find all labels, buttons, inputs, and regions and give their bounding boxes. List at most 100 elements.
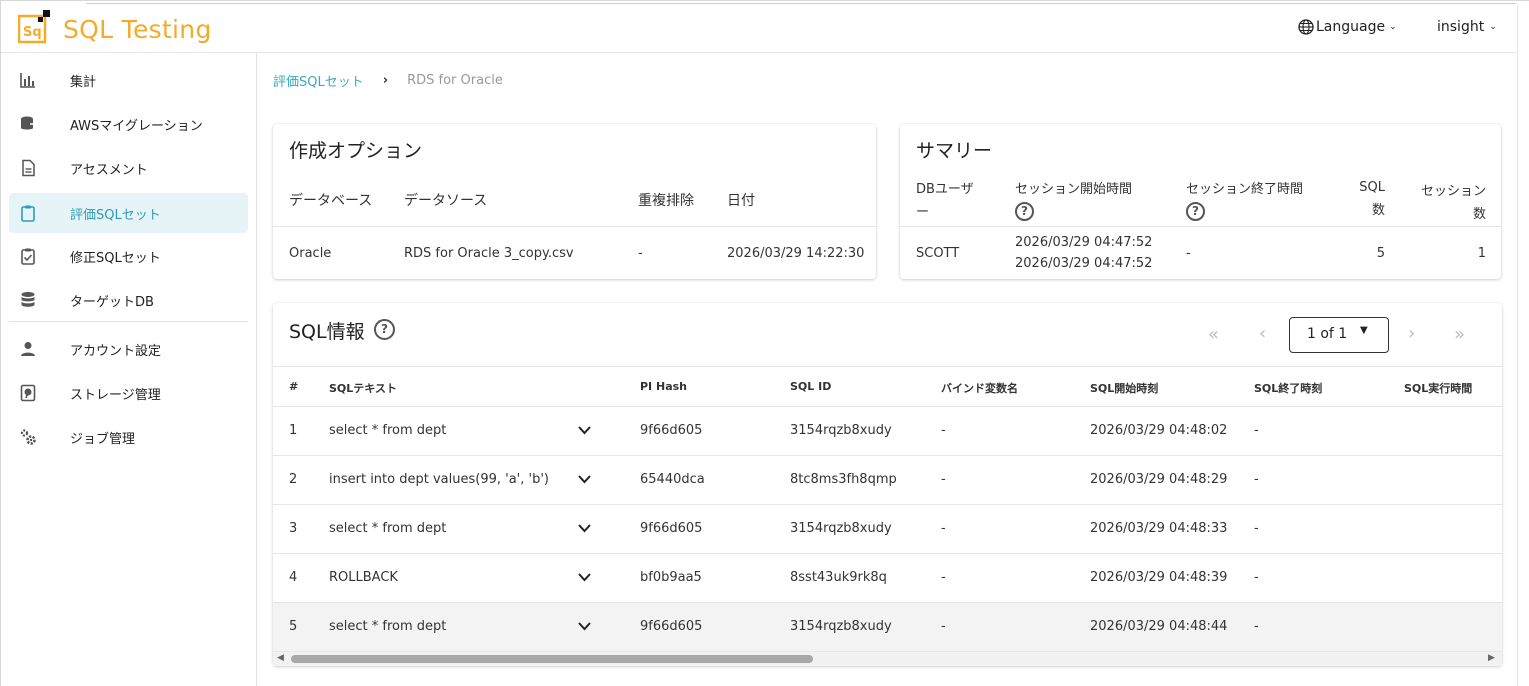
language-menu[interactable]: Language ⌄ (1298, 19, 1397, 35)
sidebar-item-storage[interactable]: ストレージ管理 (9, 373, 248, 413)
chevron-down-icon: ⌄ (1489, 22, 1497, 32)
table-row[interactable]: 2 insert into dept values(99, 'a', 'b') … (273, 456, 1502, 505)
summary-header-session-line1: セッション (1420, 184, 1486, 199)
sidebar-item-label: アセスメント (70, 163, 148, 178)
user-menu[interactable]: insight ⌄ (1437, 19, 1497, 35)
row-sql-id: 8tc8ms3fh8qmp (790, 472, 897, 487)
sidebar-item-eval-sql-set[interactable]: 評価SQLセット (9, 193, 248, 233)
col-header-sql-id: SQL ID (790, 380, 832, 393)
sidebar-item-label: アカウント設定 (70, 344, 162, 359)
globe-icon (1298, 19, 1314, 35)
row-sql-start: 2026/03/29 04:48:02 (1090, 423, 1228, 438)
row-sql-text: ROLLBACK (329, 570, 398, 585)
scroll-left-arrow-icon[interactable]: ◀ (277, 653, 284, 663)
row-num: 2 (289, 472, 298, 487)
summary-header-sql: SQL 数 (1345, 180, 1385, 218)
scrollbar-thumb[interactable] (291, 655, 813, 663)
page-scrollbar[interactable] (1517, 4, 1529, 686)
options-header-date: 日付 (727, 193, 755, 209)
sidebar-item-summary[interactable]: 集計 (9, 60, 248, 100)
col-header-bind-vars: バインド変数名 (941, 382, 1018, 395)
row-sql-text: select * from dept (329, 423, 447, 438)
summary-title: サマリー (916, 140, 993, 162)
page-select[interactable]: 1 of 1 ▼ (1289, 317, 1389, 353)
app-header: Sq SQL Testing Language ⌄ insight ⌄ (1, 4, 1517, 53)
next-page-icon[interactable]: › (1408, 323, 1415, 344)
last-page-icon[interactable]: » (1454, 324, 1465, 345)
row-sql-start: 2026/03/29 04:48:29 (1090, 472, 1228, 487)
sql-info-title: SQL情報 (289, 321, 365, 343)
sidebar-item-target-db[interactable]: ターゲットDB (9, 280, 248, 320)
row-sql-end: - (1254, 472, 1259, 487)
row-num: 5 (289, 619, 298, 634)
summary-header-end-label: セッション終了時間 (1186, 182, 1304, 197)
sidebar-item-job-management[interactable]: ジョブ管理 (9, 417, 248, 457)
person-icon (21, 342, 35, 356)
sidebar-divider (9, 321, 248, 322)
chevron-right-icon: › (382, 73, 389, 88)
document-icon (22, 159, 35, 177)
expand-chevron-icon[interactable] (578, 426, 591, 435)
row-sql-text: select * from dept (329, 521, 447, 536)
table-row[interactable]: 4 ROLLBACK bf0b9aa5 8sst43uk9rk8q - 2026… (273, 554, 1502, 603)
first-page-icon[interactable]: « (1208, 324, 1219, 345)
row-sql-id: 8sst43uk9rk8q (790, 570, 887, 585)
chevron-down-icon: ⌄ (1389, 22, 1397, 32)
sql-table-top-border (273, 366, 1502, 367)
sidebar-item-label: 評価SQLセット (70, 208, 161, 223)
row-pi-hash: 65440dca (640, 472, 705, 487)
language-label: Language (1316, 19, 1386, 35)
app-title: SQL Testing (63, 15, 212, 44)
row-sql-end: - (1254, 423, 1259, 438)
table-row[interactable]: 3 select * from dept 9f66d605 3154rqzb8x… (273, 505, 1502, 554)
col-header-sql-start: SQL開始時刻 (1090, 382, 1159, 395)
summary-db-user-value: SCOTT (916, 246, 960, 261)
row-num: 1 (289, 423, 298, 438)
sidebar-item-fixed-sql-set[interactable]: 修正SQLセット (9, 236, 248, 276)
options-title: 作成オプション (289, 140, 423, 162)
sidebar-item-assessment[interactable]: アセスメント (9, 148, 248, 188)
dropdown-triangle-icon: ▼ (1360, 325, 1368, 336)
summary-start-value-2: 2026/03/29 04:47:52 (1015, 256, 1153, 271)
sql-info-card: SQL情報 ? « ‹ 1 of 1 ▼ › » # SQLテキスト PI Ha… (273, 303, 1502, 666)
expand-chevron-icon[interactable] (578, 573, 591, 582)
row-sql-end: - (1254, 521, 1259, 536)
sidebar-item-label: AWSマイグレーション (70, 119, 203, 134)
row-bind-vars: - (941, 521, 946, 536)
page-select-value: 1 of 1 (1307, 326, 1348, 342)
table-horizontal-scrollbar[interactable]: ◀ ▶ (273, 652, 1502, 666)
row-bind-vars: - (941, 472, 946, 487)
options-database-value: Oracle (289, 246, 332, 261)
summary-end-value: - (1186, 246, 1191, 261)
prev-page-icon[interactable]: ‹ (1259, 323, 1266, 344)
row-sql-text: insert into dept values(99, 'a', 'b') (329, 472, 549, 487)
clipboard-icon (21, 205, 35, 222)
row-sql-start: 2026/03/29 04:48:33 (1090, 521, 1228, 536)
help-icon[interactable]: ? (1015, 202, 1034, 221)
sidebar-item-account-settings[interactable]: アカウント設定 (9, 329, 248, 369)
database-export-icon (21, 116, 37, 130)
summary-header-start-label: セッション開始時間 (1015, 182, 1133, 197)
svg-text:Sq: Sq (23, 25, 42, 40)
expand-chevron-icon[interactable] (578, 622, 591, 631)
help-icon[interactable]: ? (374, 319, 395, 340)
sidebar-item-label: ストレージ管理 (70, 388, 161, 403)
summary-header-session: セッション 数 (1406, 180, 1486, 222)
col-header-pi-hash: PI Hash (640, 380, 687, 393)
breadcrumb-link[interactable]: 評価SQLセット (273, 71, 364, 90)
summary-header-end: セッション終了時間 ? (1186, 178, 1303, 221)
row-pi-hash: bf0b9aa5 (640, 570, 702, 585)
help-icon[interactable]: ? (1186, 202, 1205, 221)
options-header-datasource: データソース (404, 193, 488, 209)
expand-chevron-icon[interactable] (578, 524, 591, 533)
row-sql-start: 2026/03/29 04:48:39 (1090, 570, 1228, 585)
row-pi-hash: 9f66d605 (640, 619, 703, 634)
table-row[interactable]: 5 select * from dept 9f66d605 3154rqzb8x… (273, 603, 1502, 652)
summary-divider (900, 226, 1501, 227)
row-bind-vars: - (941, 423, 946, 438)
expand-chevron-icon[interactable] (578, 475, 591, 484)
sidebar-item-aws-migration[interactable]: AWSマイグレーション (9, 104, 248, 144)
table-row[interactable]: 1 select * from dept 9f66d605 3154rqzb8x… (273, 407, 1502, 456)
scroll-right-arrow-icon[interactable]: ▶ (1488, 653, 1495, 663)
col-header-sql-text: SQLテキスト (329, 382, 397, 395)
